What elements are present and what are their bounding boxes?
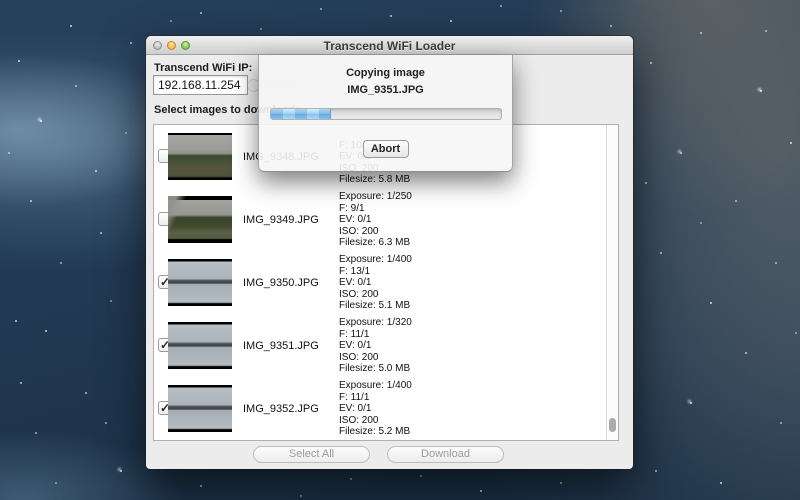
image-filename: IMG_9350.JPG xyxy=(243,277,339,289)
image-thumbnail xyxy=(168,196,232,243)
title-bar[interactable]: Transcend WiFi Loader xyxy=(146,36,633,55)
copy-progress-sheet: Copying image IMG_9351.JPG Abort xyxy=(258,55,513,172)
scrollbar-track[interactable] xyxy=(606,125,618,440)
bright-stars xyxy=(0,0,3,3)
image-filename: IMG_9349.JPG xyxy=(243,214,339,226)
image-filename: IMG_9351.JPG xyxy=(243,340,339,352)
progress-bar-fill xyxy=(271,109,331,119)
image-thumbnail xyxy=(168,133,232,180)
abort-button[interactable]: Abort xyxy=(363,140,409,158)
image-rows: IMG_9348.JPG F: 10/1EV: 0/1ISO: 200Files… xyxy=(154,125,618,440)
image-thumbnail xyxy=(168,385,232,432)
sheet-title: Copying image xyxy=(259,67,512,79)
image-exif-details: Exposure: 1/320F: 11/1EV: 0/1ISO: 200Fil… xyxy=(339,317,412,375)
sheet-filename: IMG_9351.JPG xyxy=(259,84,512,96)
image-exif-details: Exposure: 1/400F: 11/1EV: 0/1ISO: 200Fil… xyxy=(339,380,412,438)
scrollbar-thumb[interactable] xyxy=(609,418,616,432)
image-list-row: IMG_9349.JPG Exposure: 1/250F: 9/1EV: 0/… xyxy=(154,188,618,251)
ip-input[interactable] xyxy=(153,75,248,95)
window-title: Transcend WiFi Loader xyxy=(146,39,633,53)
image-list-row: ✓ IMG_9350.JPG Exposure: 1/400F: 13/1EV:… xyxy=(154,251,618,314)
progress-bar-track xyxy=(270,108,502,120)
ip-label: Transcend WiFi IP: xyxy=(154,62,252,74)
image-exif-details: Exposure: 1/250F: 9/1EV: 0/1ISO: 200File… xyxy=(339,191,412,249)
image-list-row: ✓ IMG_9351.JPG Exposure: 1/320F: 11/1EV:… xyxy=(154,314,618,377)
download-button[interactable]: Download xyxy=(387,446,504,463)
image-list-row: ✓ IMG_9352.JPG Exposure: 1/400F: 11/1EV:… xyxy=(154,377,618,440)
select-all-button[interactable]: Select All xyxy=(253,446,370,463)
image-filename: IMG_9352.JPG xyxy=(243,403,339,415)
image-thumbnail xyxy=(168,259,232,306)
image-exif-details: Exposure: 1/400F: 13/1EV: 0/1ISO: 200Fil… xyxy=(339,254,412,312)
app-window: Transcend WiFi Loader Transcend WiFi IP:… xyxy=(146,36,633,469)
image-thumbnail xyxy=(168,322,232,369)
